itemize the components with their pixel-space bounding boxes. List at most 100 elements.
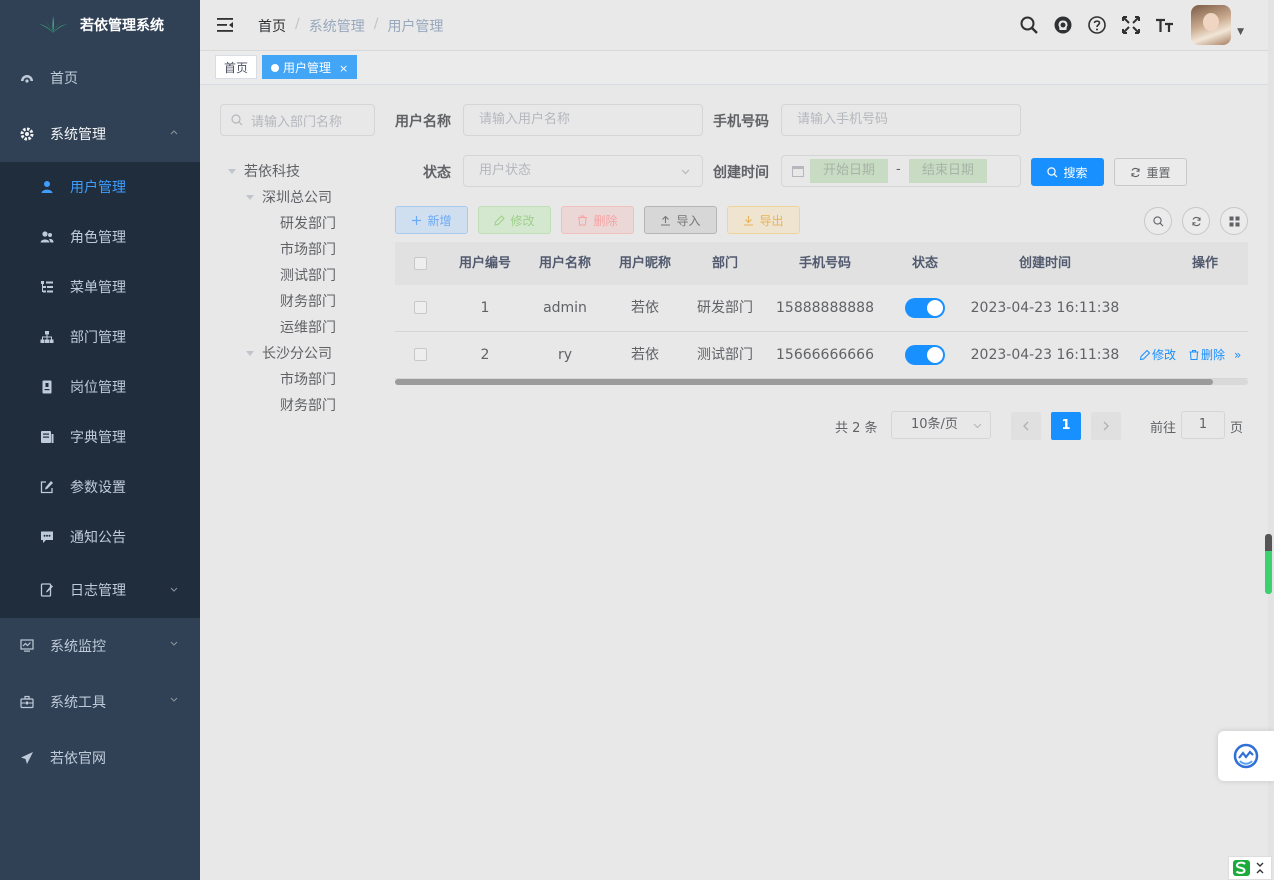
tree-node[interactable]: 若依科技 <box>228 159 336 185</box>
add-button[interactable]: 新增 <box>395 206 468 234</box>
scroll-indicator[interactable] <box>1265 534 1272 594</box>
date-range-picker[interactable]: 开始日期 - 结束日期 <box>781 155 1021 187</box>
import-button-label: 导入 <box>676 213 701 228</box>
tree-node[interactable]: 深圳总公司 <box>228 185 336 211</box>
chevron-up-icon <box>170 130 178 135</box>
hamburger-icon[interactable] <box>216 16 234 34</box>
menu-item-system[interactable]: 系统管理 <box>0 106 200 162</box>
tag-label: 首页 <box>224 61 249 75</box>
logo-icon <box>39 16 67 33</box>
avatar[interactable] <box>1191 5 1232 45</box>
scrollbar-thumb[interactable] <box>395 379 1213 385</box>
fullscreen-icon[interactable] <box>1121 15 1141 35</box>
logo[interactable]: 若依管理系统 <box>0 0 200 50</box>
search-button[interactable]: 搜索 <box>1031 158 1104 186</box>
plus-icon <box>412 215 422 225</box>
username-input[interactable]: 请输入用户名称 <box>463 104 703 136</box>
font-size-icon[interactable] <box>1155 15 1175 35</box>
sidebar-item-role[interactable]: 角色管理 <box>0 212 200 262</box>
tree-node[interactable]: 市场部门 <box>228 237 336 263</box>
table-row[interactable]: 2 ry 若依 测试部门 15666666666 2023-04-23 16:1… <box>395 332 1248 379</box>
close-icon[interactable]: × <box>339 62 348 75</box>
tree-node[interactable]: 运维部门 <box>228 315 336 341</box>
end-date-input[interactable]: 结束日期 <box>909 159 987 183</box>
export-button[interactable]: 导出 <box>727 206 800 234</box>
edit-button[interactable]: 修改 <box>478 206 551 234</box>
import-button[interactable]: 导入 <box>644 206 717 234</box>
navbar-right-menu: ▼ <box>1005 0 1244 50</box>
sidebar-item-dept[interactable]: 部门管理 <box>0 312 200 362</box>
tag-user-management[interactable]: 用户管理 × <box>262 55 358 79</box>
toggle-search-button[interactable] <box>1144 207 1172 235</box>
prev-page-button[interactable] <box>1011 412 1041 440</box>
floating-assistant-button[interactable] <box>1218 731 1274 781</box>
question-icon[interactable] <box>1087 15 1107 35</box>
tag-home[interactable]: 首页 <box>215 55 258 79</box>
next-page-button[interactable] <box>1091 412 1121 440</box>
menu-item-website[interactable]: 若依官网 <box>0 730 200 786</box>
sidebar-item-user[interactable]: 用户管理 <box>0 162 200 212</box>
delete-button[interactable]: 删除 <box>561 206 634 234</box>
menu-item-monitor[interactable]: 系统监控 <box>0 618 200 674</box>
pagination-total: 共 2 条 <box>835 421 878 436</box>
row-checkbox[interactable] <box>414 348 427 361</box>
sidebar-item-dict[interactable]: 字典管理 <box>0 412 200 462</box>
select-all-checkbox[interactable] <box>414 257 427 270</box>
github-icon[interactable] <box>1053 15 1073 35</box>
row-edit-link[interactable]: 修改 <box>1140 332 1176 378</box>
sidebar-item-log[interactable]: 日志管理 <box>0 562 200 618</box>
username-placeholder: 请输入用户名称 <box>479 112 571 127</box>
tree-node[interactable]: 研发部门 <box>228 211 336 237</box>
sidebar-item-post[interactable]: 岗位管理 <box>0 362 200 412</box>
tree-node[interactable]: 市场部门 <box>228 367 336 393</box>
tree-node[interactable]: 财务部门 <box>228 393 336 419</box>
sidebar-item-label: 日志管理 <box>70 583 126 599</box>
row-delete-link[interactable]: 删除 <box>1189 332 1225 378</box>
page-size-value: 10条/页 <box>911 417 958 432</box>
chevron-down-icon <box>170 697 178 702</box>
caret-down-icon[interactable] <box>246 195 254 200</box>
tree-node-label: 市场部门 <box>280 242 336 258</box>
refresh-button[interactable] <box>1182 207 1210 235</box>
phone-input[interactable]: 请输入手机号码 <box>781 104 1021 136</box>
status-label: 状态 <box>423 165 451 181</box>
goto-page-input[interactable]: 1 <box>1181 411 1225 439</box>
row-more-link[interactable]: » <box>1234 332 1241 378</box>
cell-dept: 研发部门 <box>697 300 753 316</box>
dept-search-input[interactable]: 请输入部门名称 <box>220 104 375 136</box>
cell-username: admin <box>543 300 587 316</box>
search-icon[interactable] <box>1019 15 1039 35</box>
caret-down-icon[interactable]: ▼ <box>1237 27 1244 37</box>
table-row[interactable]: 1 admin 若依 研发部门 15888888888 2023-04-23 1… <box>395 285 1248 332</box>
caret-down-icon[interactable] <box>228 169 236 174</box>
reset-button[interactable]: 重置 <box>1114 158 1187 186</box>
caret-down-icon[interactable] <box>246 351 254 356</box>
status-switch[interactable] <box>905 345 945 365</box>
page-number-button[interactable]: 1 <box>1051 412 1081 440</box>
user-icon <box>40 180 54 194</box>
search-icon <box>231 114 243 126</box>
menu-item-tools[interactable]: 系统工具 <box>0 674 200 730</box>
chevron-down-icon <box>681 169 690 175</box>
calendar-icon <box>792 166 804 177</box>
goto-unit: 页 <box>1230 421 1244 436</box>
ime-indicator[interactable] <box>1228 856 1272 880</box>
breadcrumb-item[interactable]: 首页 <box>258 16 286 36</box>
table-horizontal-scrollbar[interactable] <box>395 379 1248 385</box>
columns-button[interactable] <box>1220 207 1248 235</box>
tree-node[interactable]: 测试部门 <box>228 263 336 289</box>
status-select[interactable]: 用户状态 <box>463 155 703 187</box>
menu-label-tools: 系统工具 <box>50 695 106 711</box>
sidebar-item-config[interactable]: 参数设置 <box>0 462 200 512</box>
status-switch[interactable] <box>905 298 945 318</box>
sidebar-item-notice[interactable]: 通知公告 <box>0 512 200 562</box>
page-size-select[interactable]: 10条/页 <box>891 411 991 439</box>
tree-node[interactable]: 长沙分公司 <box>228 341 336 367</box>
tree-node-label: 若依科技 <box>244 164 300 180</box>
start-date-input[interactable]: 开始日期 <box>810 159 888 183</box>
sidebar-item-menu[interactable]: 菜单管理 <box>0 262 200 312</box>
tree-node[interactable]: 财务部门 <box>228 289 336 315</box>
row-checkbox[interactable] <box>414 301 427 314</box>
breadcrumb: 首页 / 系统管理 / 用户管理 <box>258 16 443 36</box>
menu-item-home[interactable]: 首页 <box>0 50 200 106</box>
